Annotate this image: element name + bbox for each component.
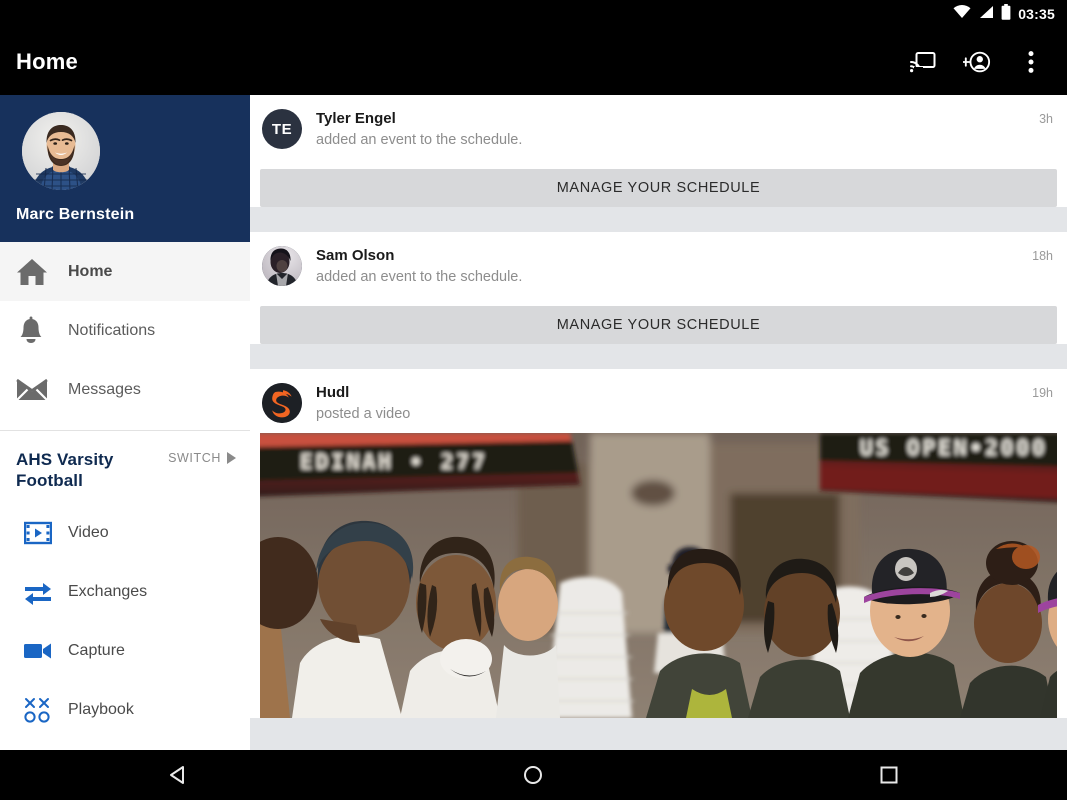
avatar [22,112,100,190]
home-button[interactable] [503,750,563,800]
feed-card-header: TE Tyler Engel added an event to the sch… [250,95,1067,149]
feed-card-text: Hudl posted a video [316,383,410,423]
feed-card-poster: Sam Olson [316,247,395,264]
feed-card-header: Sam Olson added an event to the schedule… [250,232,1067,286]
sidebar-user-header[interactable]: Marc Bernstein [0,95,250,242]
avatar: TE [262,109,302,149]
feed-card-age: 3h [1039,112,1053,126]
feed-card-poster: Hudl [316,384,350,401]
feed-card-text: Sam Olson added an event to the schedule… [316,246,522,286]
android-navigation-bar [0,750,1067,800]
battery-icon [1001,3,1011,25]
sidebar-item-notifications[interactable]: Notifications [0,301,250,360]
switch-team-button[interactable]: SWITCH [168,451,236,465]
manage-your-schedule-label: MANAGE YOUR SCHEDULE [556,317,761,333]
exchange-arrows-icon [16,579,60,605]
feed-card-header: Hudl posted a video 19h [250,369,1067,423]
switch-team-label: SWITCH [168,451,221,465]
feed-card-action: posted a video [316,406,411,422]
wifi-icon [953,4,971,24]
feed-card-action: added an event to the schedule. [316,269,523,285]
feed-card-text: Tyler Engel added an event to the schedu… [316,109,522,149]
feed[interactable]: TE Tyler Engel added an event to the sch… [250,95,1067,750]
film-strip-icon [16,521,60,545]
manage-your-schedule-label: MANAGE YOUR SCHEDULE [556,180,761,196]
sidebar-item-capture-label: Capture [68,641,125,659]
triangle-right-icon [227,452,236,464]
page-title: Home [16,48,78,74]
sidebar-item-exchanges-label: Exchanges [68,582,148,600]
avatar-initials: TE [271,120,293,138]
status-clock: 03:35 [1018,6,1055,22]
sidebar-user-name: Marc Bernstein [16,206,135,223]
recents-button[interactable] [859,750,919,800]
avatar [262,246,302,286]
feed-card-tyler-engel: TE Tyler Engel added an event to the sch… [250,95,1067,207]
sidebar-item-home[interactable]: Home [0,242,250,301]
xs-and-os-icon [16,696,60,724]
envelope-icon [16,378,60,402]
feed-separator [250,221,1067,232]
video-camera-icon [16,641,60,661]
sidebar-item-playbook-label: Playbook [68,700,134,718]
status-bar: 03:35 [0,0,1067,28]
app-bar-actions [909,48,1067,76]
sidebar-item-capture[interactable]: Capture [16,621,250,680]
feed-card-hudl: Hudl posted a video 19h EDINAH • 277 US … [250,369,1067,718]
overflow-menu-icon[interactable] [1017,48,1045,76]
team-nav-list: Video Exchanges Capture Playbook [16,503,250,739]
hudl-logo-icon [262,383,302,423]
sidebar-item-home-label: Home [68,262,113,280]
feed-card-action: added an event to the schedule. [316,132,523,148]
manage-your-schedule-button[interactable]: MANAGE YOUR SCHEDULE [260,169,1057,207]
feed-card-poster: Tyler Engel [316,110,396,127]
bell-icon [16,316,60,346]
manage-your-schedule-button[interactable]: MANAGE YOUR SCHEDULE [260,306,1057,344]
home-icon [16,257,60,287]
sidebar-item-playbook[interactable]: Playbook [16,680,250,739]
feed-card-age: 19h [1032,386,1053,400]
back-button[interactable] [148,750,208,800]
team-section: AHS Varsity Football SWITCH Video Exchan… [0,431,250,739]
sidebar: Marc Bernstein Home Notifications Messag… [0,95,250,750]
app-root: 03:35 Home Marc Bernstein Home Notificat… [0,0,1067,800]
app-bar: Home [0,28,1067,95]
sidebar-item-notifications-label: Notifications [68,321,156,339]
sidebar-item-messages[interactable]: Messages [0,360,250,419]
feed-separator [250,358,1067,369]
sidebar-nav-list: Home Notifications Messages [0,242,250,419]
sidebar-item-exchanges[interactable]: Exchanges [16,562,250,621]
sidebar-item-messages-label: Messages [68,380,141,398]
sidebar-item-video[interactable]: Video [16,503,250,562]
video-thumbnail[interactable]: EDINAH • 277 US OPEN•2000 [260,433,1057,718]
sidebar-item-video-label: Video [68,523,109,541]
feed-card-sam-olson: Sam Olson added an event to the schedule… [250,232,1067,344]
signal-icon [978,5,994,24]
team-name: AHS Varsity Football [16,450,114,490]
add-person-icon[interactable] [963,48,991,76]
feed-card-age: 18h [1032,249,1053,263]
cast-icon[interactable] [909,48,937,76]
